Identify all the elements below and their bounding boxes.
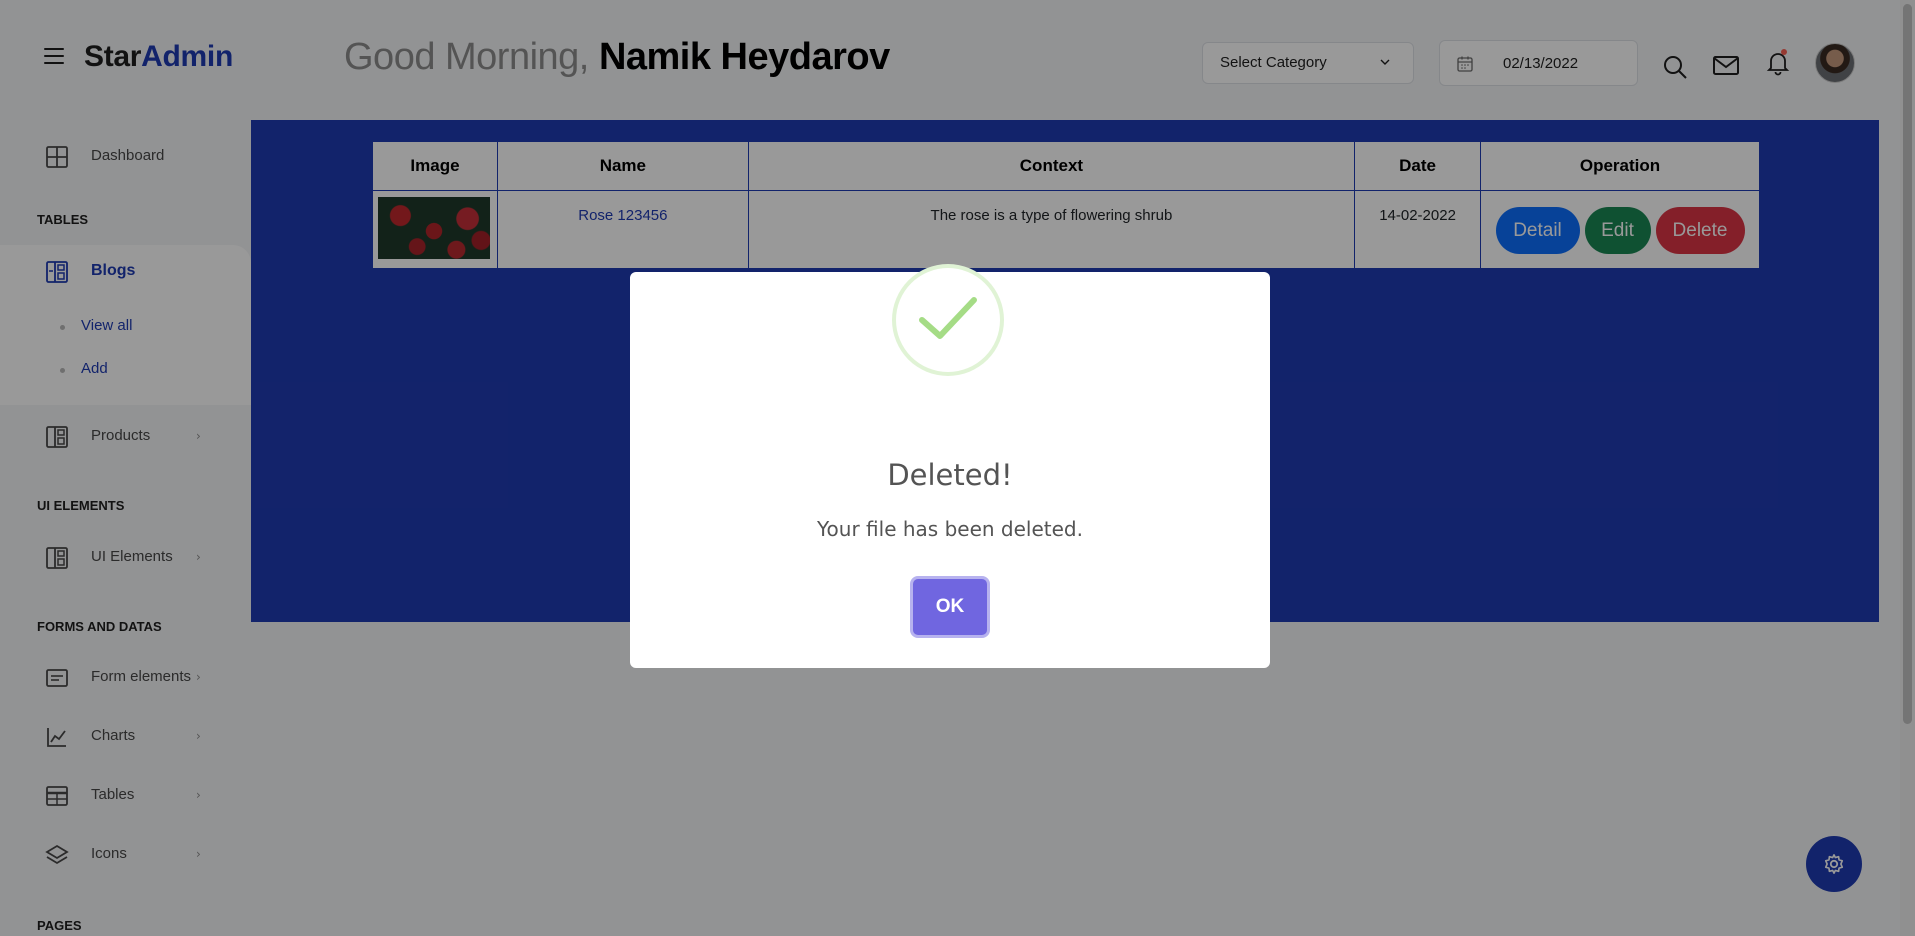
ok-button[interactable]: OK bbox=[913, 579, 987, 635]
alert-dialog: Deleted! Your file has been deleted. OK bbox=[630, 264, 1270, 668]
dialog-title: Deleted! bbox=[887, 458, 1013, 492]
dialog-message: Your file has been deleted. bbox=[817, 517, 1083, 541]
success-icon bbox=[892, 264, 1004, 376]
checkmark-icon bbox=[919, 297, 977, 339]
